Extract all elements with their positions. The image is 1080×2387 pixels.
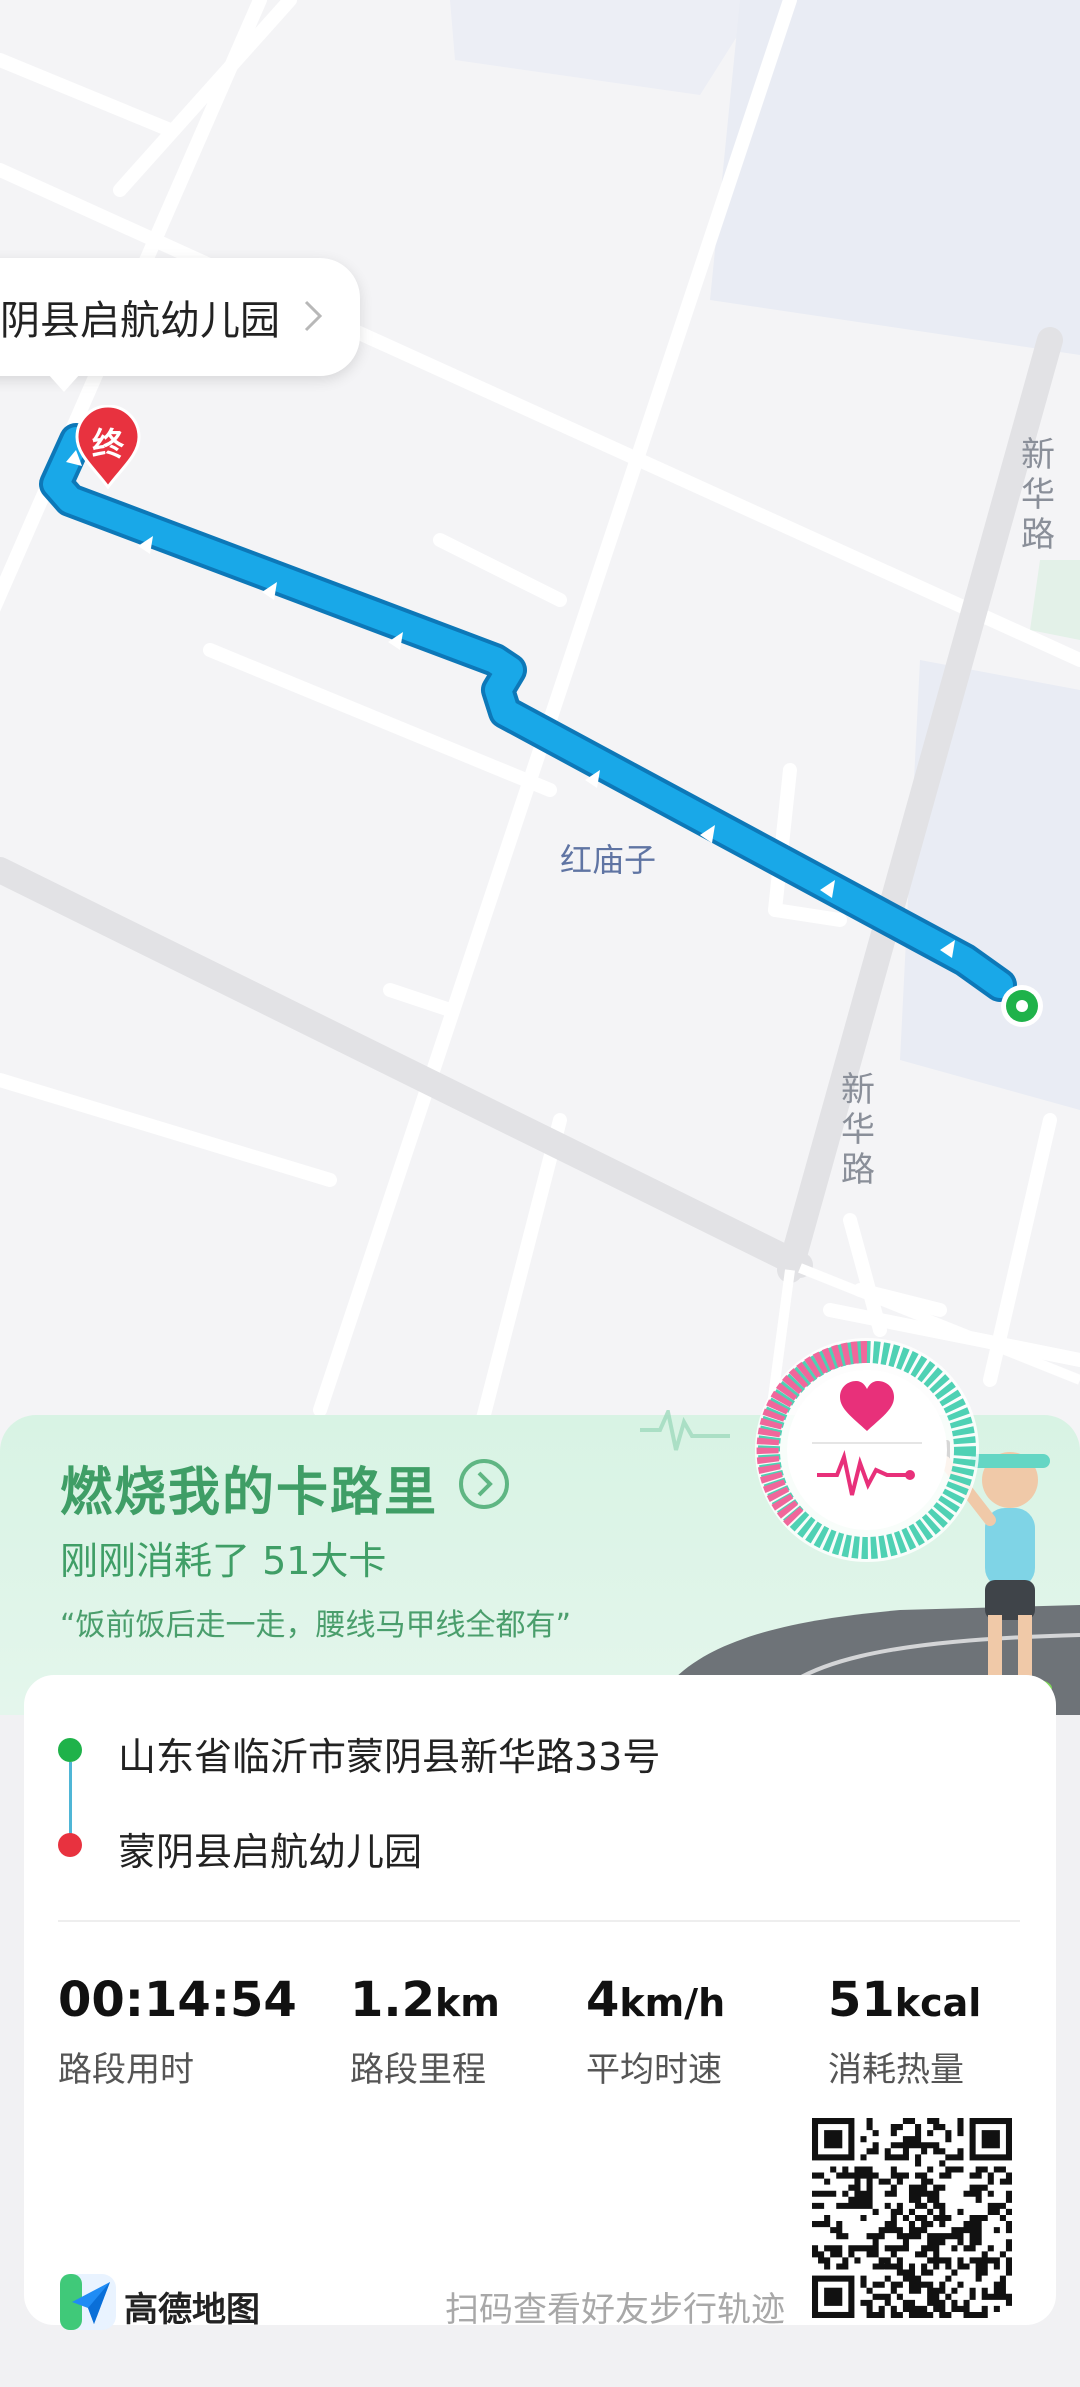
chevron-circle-icon[interactable] [458,1458,510,1510]
scan-hint: 扫码查看好友步行轨迹 [445,2290,785,2330]
end-marker[interactable]: 终 [75,404,141,490]
stat-duration-value: 00:14:54 [58,1972,297,2028]
road-label-xinhua-bottom: 新华路 [838,1070,878,1190]
promo-quote: “饭前饭后走一走，腰线马甲线全都有” [60,1608,572,1643]
chevron-right-icon [304,300,323,332]
destination-name: 阴县启航幼儿园 [0,298,280,344]
route-map[interactable] [0,0,1080,1460]
start-address: 山东省临沂市蒙阴县新华路33号 [118,1735,661,1779]
end-dot-icon [58,1833,82,1857]
start-dot-icon [58,1738,82,1762]
address-connector [69,1762,72,1837]
destination-callout[interactable]: 阴县启航幼儿园 [0,258,360,392]
stat-duration-label: 路段用时 [58,2050,194,2090]
stat-speed-label: 平均时速 [586,2050,722,2090]
calorie-gauge [755,1338,979,1562]
end-marker-label: 终 [91,425,124,463]
road-label-text: 新华路 [1021,435,1055,555]
stat-calories-value: 51kcal [828,1972,982,2028]
map-block [900,660,1080,1110]
road-label-text: 新华路 [841,1070,875,1190]
app-logo-text: 高德地图 [124,2290,260,2330]
road-label-xinhua-top: 新华路 [1018,435,1058,555]
stat-calories-label: 消耗热量 [828,2050,964,2090]
divider [58,1920,1020,1922]
stat-distance-value: 1.2km [350,1972,500,2028]
stat-speed-value: 4km/h [586,1972,726,2028]
stat-distance-label: 路段里程 [350,2050,486,2090]
qr-code-icon[interactable] [812,2118,1012,2318]
promo-subtitle: 刚刚消耗了 51大卡 [60,1539,387,1583]
amap-logo-icon [60,2274,116,2330]
end-address: 蒙阴县启航幼儿园 [118,1830,423,1874]
place-label: 红庙子 [560,841,657,879]
promo-title: 燃烧我的卡路里 [60,1463,439,1523]
